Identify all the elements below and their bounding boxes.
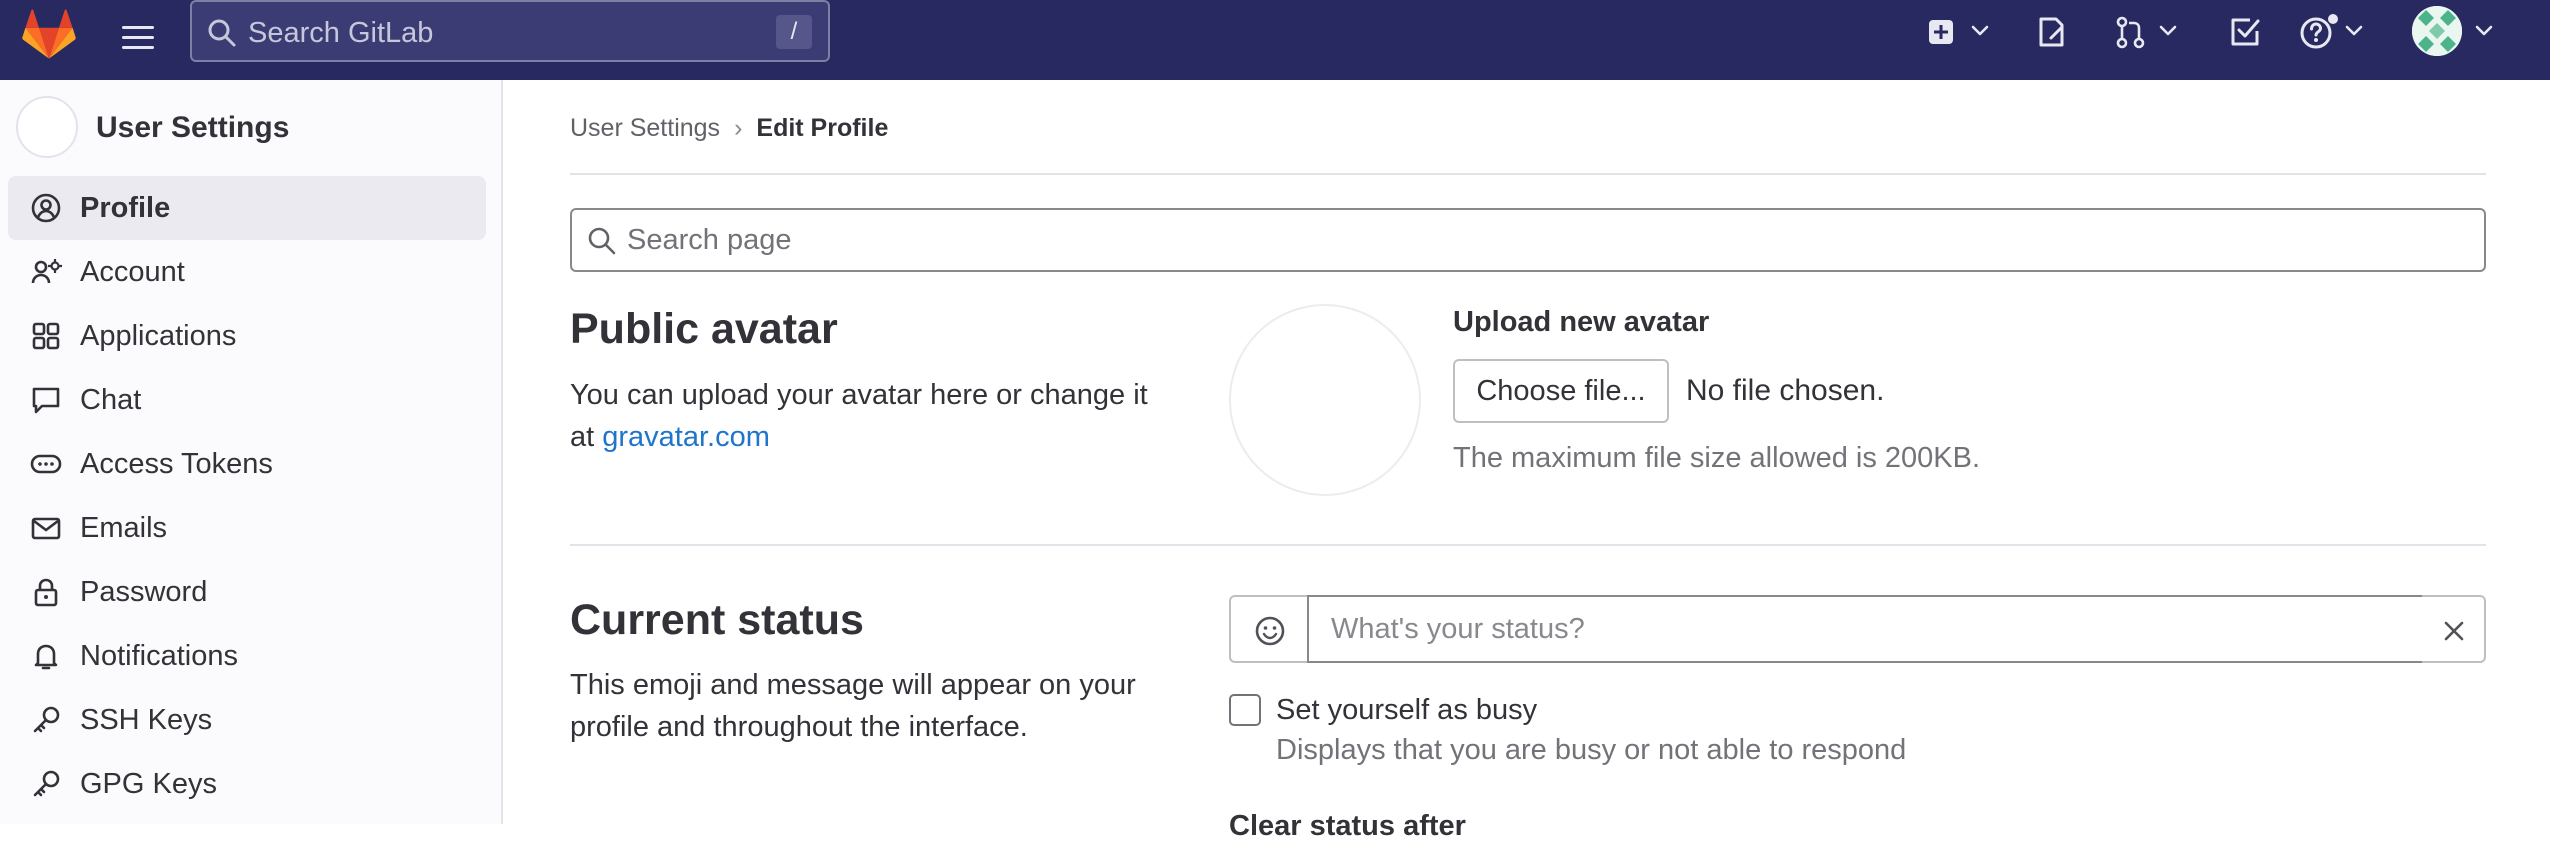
chevron-down-icon[interactable] — [2158, 24, 2178, 38]
busy-help-text: Displays that you are busy or not able t… — [1276, 734, 1907, 766]
sidebar-item-label: Applications — [80, 320, 237, 352]
account-icon — [30, 256, 62, 288]
divider — [570, 544, 2486, 546]
sidebar-item-label: Access Tokens — [80, 448, 273, 480]
sidebar-item-password[interactable]: Password — [8, 560, 486, 624]
sidebar-item-gpg-keys[interactable]: GPG Keys — [8, 752, 486, 816]
top-navbar: Search GitLab / — [0, 0, 2550, 80]
sidebar-item-label: Chat — [80, 384, 142, 416]
upload-avatar-label: Upload new avatar — [1453, 306, 1710, 338]
sidebar-item-label: SSH Keys — [80, 704, 213, 736]
gravatar-link[interactable]: gravatar.com — [602, 421, 770, 453]
current-status-description: This emoji and message will appear on yo… — [570, 669, 1136, 743]
lock-icon — [30, 576, 62, 608]
chevron-down-icon[interactable] — [1970, 24, 1990, 38]
sidebar-header[interactable]: User Settings — [0, 80, 500, 176]
breadcrumb-current[interactable]: Edit Profile — [756, 114, 888, 142]
breadcrumb: User Settings › Edit Profile — [570, 108, 888, 148]
status-message-input[interactable]: What's your status? — [1307, 595, 2424, 663]
sidebar-item-label: Emails — [80, 512, 168, 544]
page-search-placeholder: Search page — [627, 224, 792, 256]
chevron-down-icon[interactable] — [2344, 24, 2364, 38]
sidebar-item-emails[interactable]: Emails — [8, 496, 486, 560]
hamburger-menu-icon[interactable] — [116, 18, 160, 58]
key-icon — [30, 768, 62, 800]
sidebar-item-label: Password — [80, 576, 208, 608]
busy-checkbox[interactable] — [1229, 694, 1261, 726]
public-avatar-heading: Public avatar — [570, 305, 838, 353]
sidebar-item-label: Profile — [80, 192, 171, 224]
choose-file-button[interactable]: Choose file... — [1453, 359, 1669, 423]
sidebar-item-access-tokens[interactable]: Access Tokens — [8, 432, 486, 496]
sidebar-item-label: GPG Keys — [80, 768, 217, 800]
sidebar-title: User Settings — [96, 111, 290, 144]
breadcrumb-parent-link[interactable]: User Settings — [570, 114, 720, 142]
clear-status-button[interactable] — [2422, 595, 2486, 663]
global-search-input[interactable]: Search GitLab / — [190, 0, 830, 62]
search-icon — [206, 17, 238, 49]
applications-icon — [30, 320, 62, 352]
clear-status-after-label: Clear status after — [1229, 810, 1466, 842]
bell-icon — [30, 640, 62, 672]
close-icon — [2444, 621, 2464, 641]
search-icon — [586, 225, 618, 257]
sidebar-item-applications[interactable]: Applications — [8, 304, 486, 368]
todo-icon[interactable] — [2228, 14, 2262, 50]
busy-checkbox-label[interactable]: Set yourself as busy — [1276, 690, 1537, 730]
chevron-right-icon: › — [734, 114, 743, 142]
global-search-placeholder: Search GitLab — [248, 17, 434, 49]
user-avatar[interactable] — [2412, 6, 2462, 56]
token-icon — [30, 448, 62, 480]
max-file-size-help: The maximum file size allowed is 200KB. — [1453, 442, 1981, 474]
divider — [570, 173, 2486, 175]
sidebar-item-notifications[interactable]: Notifications — [8, 624, 486, 688]
settings-sidebar: User Settings Profile Account Applicatio… — [0, 80, 503, 824]
help-icon[interactable] — [2298, 14, 2338, 50]
search-shortcut-key: / — [776, 15, 812, 49]
smiley-icon — [1255, 616, 1285, 646]
key-icon — [30, 704, 62, 736]
emoji-picker-button[interactable] — [1229, 595, 1309, 663]
sidebar-item-chat[interactable]: Chat — [8, 368, 486, 432]
chat-icon — [30, 384, 62, 416]
mail-icon — [30, 512, 62, 544]
no-file-chosen-text: No file chosen. — [1686, 374, 1885, 407]
sidebar-avatar — [16, 96, 78, 158]
chevron-down-icon[interactable] — [2474, 24, 2494, 38]
issues-icon[interactable] — [2036, 14, 2068, 50]
avatar-preview — [1229, 304, 1421, 496]
page-search-input[interactable]: Search page — [570, 208, 2486, 272]
sidebar-item-ssh-keys[interactable]: SSH Keys — [8, 688, 486, 752]
new-item-icon[interactable] — [1926, 14, 1956, 50]
sidebar-item-profile[interactable]: Profile — [8, 176, 486, 240]
sidebar-item-account[interactable]: Account — [8, 240, 486, 304]
gitlab-logo[interactable] — [20, 6, 78, 64]
public-avatar-description: You can upload your avatar here or chang… — [570, 374, 1170, 458]
status-placeholder: What's your status? — [1331, 613, 1585, 645]
sidebar-item-label: Notifications — [80, 640, 238, 672]
merge-request-icon[interactable] — [2114, 14, 2146, 50]
profile-icon — [30, 192, 62, 224]
current-status-heading: Current status — [570, 596, 864, 644]
sidebar-item-label: Account — [80, 256, 185, 288]
